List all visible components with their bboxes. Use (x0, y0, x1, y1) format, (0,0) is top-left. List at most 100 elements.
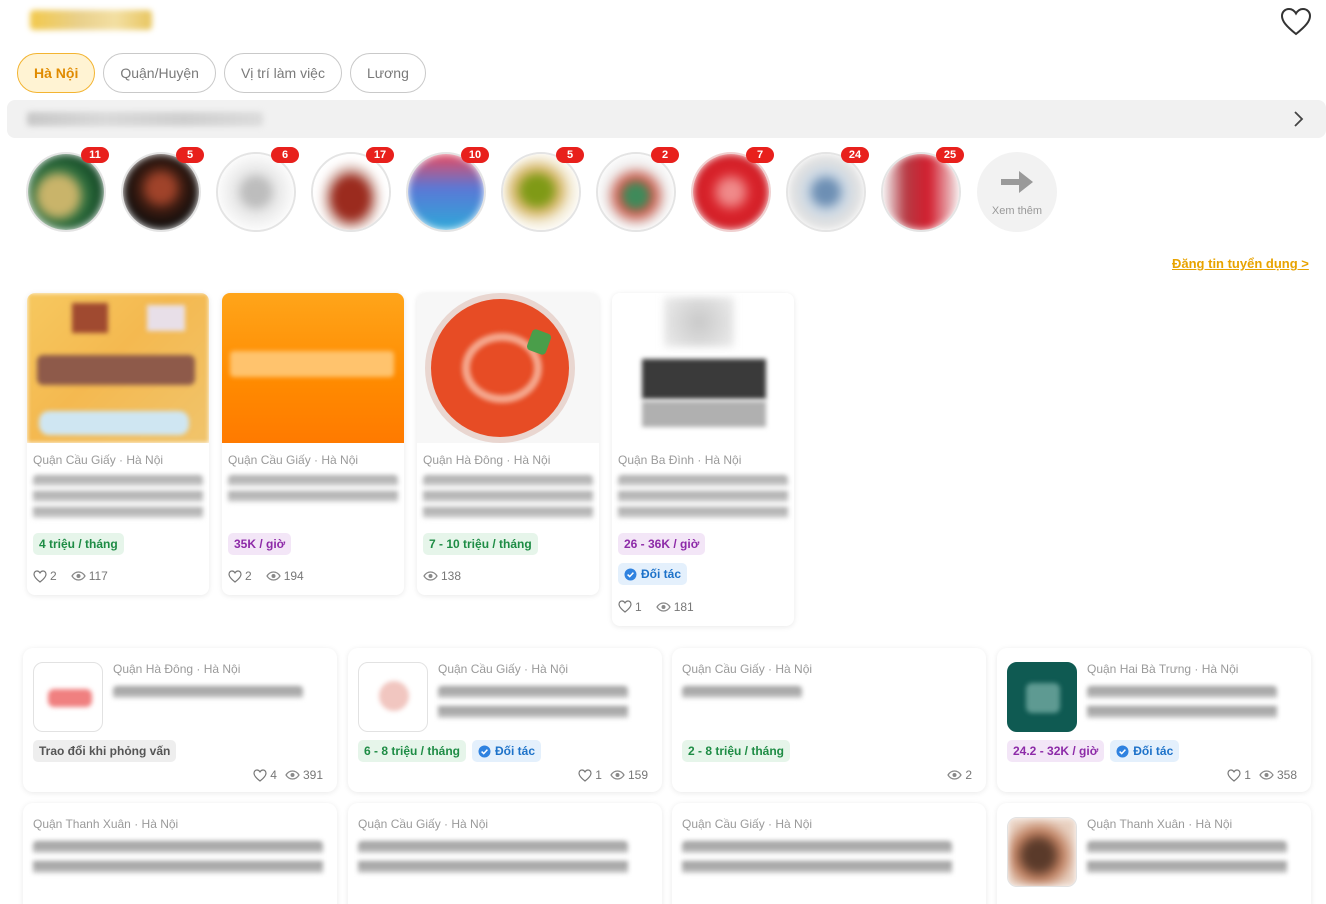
verified-check-icon (624, 568, 637, 580)
partner-badge: Đối tác (1110, 740, 1180, 762)
view-count: 194 (283, 569, 304, 583)
heart-icon[interactable] (253, 768, 267, 782)
story-avatar[interactable] (881, 152, 961, 232)
job-card[interactable]: Quận Cầu Giấy · Hà Nội 35K / giờ 2 194 (222, 293, 404, 595)
job-list-card[interactable]: Quận Hai Bà Trưng · Hà Nội 24.2 - 32K / … (997, 648, 1311, 792)
partner-badge: Đối tác (472, 740, 542, 762)
like-count: 2 (50, 569, 57, 583)
eye-icon (947, 770, 963, 780)
story-avatar[interactable] (786, 152, 866, 232)
view-count: 181 (673, 599, 694, 614)
job-title-blurred (113, 686, 303, 700)
job-card[interactable]: Quận Hà Đông · Hà Nội 7 - 10 triệu / thá… (417, 293, 599, 595)
salary-tag: Trao đổi khi phỏng vấn (33, 740, 177, 762)
company-logo (33, 662, 103, 732)
partner-label: Đối tác (495, 744, 536, 758)
story-count-badge: 11 (81, 147, 109, 163)
job-title-blurred (682, 686, 802, 700)
eye-icon (423, 571, 438, 581)
story-avatar[interactable] (121, 152, 201, 232)
job-card[interactable]: Quận Cầu Giấy · Hà Nội 4 triệu / tháng 2… (27, 293, 209, 595)
job-location: Quận Cầu Giấy · Hà Nội (33, 453, 164, 467)
job-list-card[interactable]: Quận Cầu Giấy · Hà Nội (672, 803, 986, 904)
address-text-blurred (27, 112, 263, 126)
salary-tag: 35K / giờ (228, 533, 292, 555)
filter-position-chip[interactable]: Vị trí làm việc (223, 53, 342, 93)
story-avatar[interactable] (216, 152, 296, 232)
heart-icon[interactable] (618, 600, 632, 613)
view-count: 117 (88, 569, 108, 583)
like-count: 1 (635, 599, 642, 614)
salary-tag: 4 triệu / tháng (33, 533, 124, 555)
job-title-blurred (358, 841, 628, 881)
job-location: Quận Thanh Xuân · Hà Nội (33, 817, 179, 831)
company-logo (1007, 662, 1077, 732)
eye-icon (1259, 770, 1274, 780)
job-list-card[interactable]: Quận Cầu Giấy · Hà Nội (348, 803, 662, 904)
like-count: 4 (270, 768, 277, 782)
story-avatar[interactable] (596, 152, 676, 232)
story-count-badge: 6 (271, 147, 299, 163)
see-more-stories-button[interactable]: Xem thêm (977, 152, 1057, 232)
company-logo (358, 662, 428, 732)
job-title-blurred (618, 475, 788, 523)
job-location: Quận Cầu Giấy · Hà Nội (228, 453, 359, 467)
job-title-blurred (228, 475, 398, 505)
job-title-blurred (682, 841, 952, 881)
job-card-image (612, 293, 794, 443)
story-count-badge: 5 (556, 147, 584, 163)
salary-tag: 2 - 8 triệu / tháng (682, 740, 791, 762)
see-more-label: Xem thêm (991, 205, 1043, 217)
eye-icon (655, 601, 671, 612)
job-location: Quận Hà Đông · Hà Nội (113, 662, 241, 676)
story-avatar[interactable] (26, 152, 106, 232)
favorite-heart-icon[interactable] (1280, 7, 1312, 37)
story-avatar[interactable] (406, 152, 486, 232)
story-count-badge: 17 (366, 147, 394, 163)
job-list-card[interactable]: Quận Thanh Xuân · Hà Nội (997, 803, 1311, 904)
heart-icon[interactable] (228, 569, 242, 583)
job-location: Quận Hà Đông · Hà Nội (423, 453, 551, 467)
view-count: 138 (441, 569, 462, 583)
filter-district-chip[interactable]: Quận/Huyện (103, 53, 216, 93)
story-avatar[interactable] (691, 152, 771, 232)
like-count: 1 (595, 768, 602, 782)
job-location: Quận Cầu Giấy · Hà Nội (682, 662, 813, 676)
page-title-blurred (30, 10, 152, 30)
filter-salary-chip[interactable]: Lương (349, 53, 426, 93)
salary-tag: 6 - 8 triệu / tháng (358, 740, 467, 762)
job-card[interactable]: Quận Ba Đình · Hà Nội 26 - 36K / giờ Đối… (612, 293, 794, 626)
view-count: 2 (965, 768, 972, 782)
job-location: Quận Cầu Giấy · Hà Nội (682, 817, 813, 831)
job-location: Quận Hai Bà Trưng · Hà Nội (1087, 662, 1239, 676)
view-count: 358 (1276, 768, 1297, 782)
story-count-badge: 10 (461, 147, 489, 163)
story-count-badge: 25 (936, 147, 964, 163)
like-count: 1 (1244, 768, 1251, 782)
heart-icon[interactable] (1227, 768, 1241, 782)
story-count-badge: 2 (651, 147, 679, 163)
filter-city-chip[interactable]: Hà Nội (17, 53, 96, 93)
job-list-card[interactable]: Quận Thanh Xuân · Hà Nội (23, 803, 337, 904)
job-location: Quận Cầu Giấy · Hà Nội (438, 662, 569, 676)
arrow-right-icon (1001, 171, 1033, 193)
story-avatar[interactable] (311, 152, 391, 232)
address-bar[interactable] (7, 100, 1326, 138)
story-count-badge: 24 (841, 147, 869, 163)
heart-icon[interactable] (578, 768, 592, 782)
heart-icon[interactable] (33, 569, 47, 583)
job-title-blurred (438, 686, 628, 726)
eye-icon (285, 770, 300, 780)
salary-tag: 24.2 - 32K / giờ (1007, 740, 1105, 762)
post-job-link[interactable]: Đăng tin tuyển dụng > (1172, 256, 1309, 271)
salary-tag: 7 - 10 triệu / tháng (423, 533, 538, 555)
job-title-blurred (33, 841, 323, 881)
job-list-card[interactable]: Quận Cầu Giấy · Hà Nội 2 - 8 triệu / thá… (672, 648, 986, 792)
job-location: Quận Thanh Xuân · Hà Nội (1087, 817, 1233, 831)
verified-check-icon (1116, 745, 1129, 757)
story-avatar[interactable] (501, 152, 581, 232)
job-list-card[interactable]: Quận Hà Đông · Hà Nội Trao đổi khi phỏng… (23, 648, 337, 792)
job-list-card[interactable]: Quận Cầu Giấy · Hà Nội 6 - 8 triệu / thá… (348, 648, 662, 792)
partner-label: Đối tác (641, 567, 682, 581)
eye-icon (70, 571, 86, 581)
